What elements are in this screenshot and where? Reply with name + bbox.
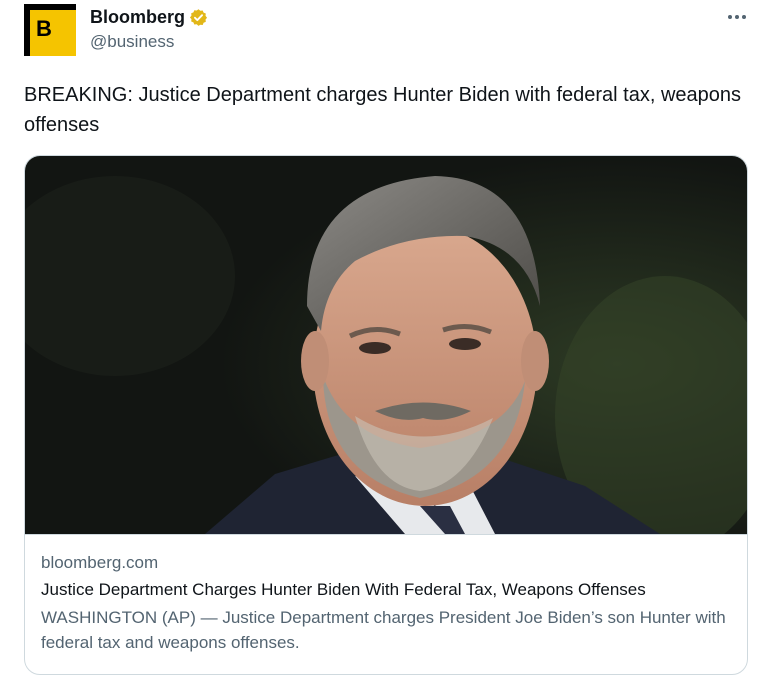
card-image[interactable]	[25, 156, 747, 534]
verified-badge-icon[interactable]	[189, 8, 208, 27]
dot	[742, 15, 746, 19]
card-headline: Justice Department Charges Hunter Biden …	[41, 580, 646, 599]
dot	[728, 15, 732, 19]
more-options-icon[interactable]	[724, 10, 750, 24]
card-description: WASHINGTON (AP) — Justice Department cha…	[41, 608, 726, 652]
card-domain: bloomberg.com	[41, 553, 159, 572]
tweet-text: BREAKING: Justice Department charges Hun…	[24, 84, 742, 136]
tweet[interactable]: B Bloomberg @business BREAKING: Justice …	[0, 0, 770, 693]
card-body[interactable]: bloomberg.com Justice Department Charges…	[25, 534, 747, 674]
dot	[735, 15, 739, 19]
author-handle[interactable]: @business	[90, 32, 174, 52]
author-display-name[interactable]: Bloomberg	[90, 6, 185, 28]
author-name-row: Bloomberg	[90, 6, 208, 28]
link-card[interactable]: bloomberg.com Justice Department Charges…	[24, 155, 748, 675]
avatar[interactable]: B	[24, 4, 76, 56]
avatar-letter: B	[36, 16, 52, 41]
